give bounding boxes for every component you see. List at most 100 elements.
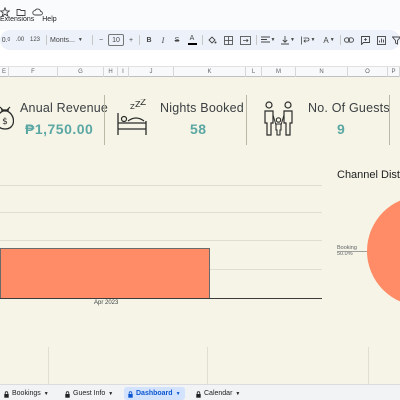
column-header-f[interactable]: F — [9, 67, 58, 77]
title-bar: Extensions Help — [0, 0, 400, 30]
borders-button[interactable] — [222, 34, 234, 46]
column-header-e[interactable]: E — [0, 67, 9, 77]
decimal-decrease-button[interactable]: 0. 0 — [0, 34, 14, 46]
column-header-m[interactable]: M — [262, 67, 296, 77]
column-header-n[interactable]: N — [296, 67, 348, 77]
dashboard-sheet[interactable]: $ Anual Revenue ₱1,750.00 Z Z Z Nights B… — [0, 77, 400, 384]
filter-icon — [391, 36, 400, 45]
tab-calendar-label: Calendar — [204, 390, 233, 397]
tab-bookings[interactable]: Bookings ▼ — [0, 387, 53, 400]
column-header-p[interactable]: P — [388, 67, 400, 77]
lock-icon — [196, 390, 201, 398]
insert-link-button[interactable] — [343, 34, 355, 46]
chart-bar-apr-2023[interactable] — [0, 248, 210, 299]
column-header-h[interactable]: H — [104, 67, 118, 77]
family-icon — [262, 101, 296, 142]
toolbar-divider — [256, 35, 257, 45]
guests-value: 9 — [337, 121, 346, 137]
lock-icon — [65, 390, 70, 398]
revenue-label: Anual Revenue — [20, 101, 109, 115]
guests-label: No. Of Guests — [308, 101, 390, 115]
strikethrough-button[interactable]: S — [172, 34, 182, 46]
sheet-tabs-bar: Bookings ▼ Guest Info ▼ Dashboard ▼ Cale… — [0, 384, 400, 400]
borders-icon — [223, 35, 233, 45]
title-icons — [0, 4, 43, 18]
more-formats-button[interactable]: 123 — [28, 34, 42, 46]
column-header-o[interactable]: O — [348, 67, 388, 77]
horizontal-align-button[interactable]: ▼ — [260, 34, 276, 46]
text-wrapping-button[interactable]: ▼ — [300, 34, 316, 46]
kpi-divider — [246, 95, 247, 145]
filter-button[interactable] — [390, 34, 400, 46]
font-family-select[interactable]: Monts... ▼ — [50, 34, 88, 46]
panel-divider — [207, 347, 208, 384]
x-axis-line — [0, 298, 322, 299]
star-icon[interactable] — [0, 4, 11, 18]
font-size-value: 10 — [112, 36, 120, 44]
comment-icon — [360, 35, 370, 45]
link-icon — [344, 37, 354, 43]
chevron-down-icon[interactable]: ▼ — [108, 391, 113, 397]
pie-slice-booking[interactable] — [367, 196, 400, 306]
toolbar-divider — [340, 35, 341, 45]
toolbar-divider — [139, 35, 140, 45]
plus-icon: + — [128, 36, 134, 44]
svg-text:$: $ — [2, 117, 8, 127]
toolbar-divider — [46, 35, 47, 45]
font-family-value: Monts... — [50, 36, 75, 44]
text-color-button[interactable]: A — [186, 34, 198, 46]
text-color-icon: A — [189, 35, 195, 42]
column-header-l[interactable]: L — [246, 67, 262, 77]
formula-bar-row[interactable] — [0, 50, 400, 67]
text-rotation-button[interactable]: A ▼ — [320, 34, 338, 46]
chevron-down-icon[interactable]: ▼ — [176, 391, 181, 397]
vertical-align-button[interactable]: ▼ — [280, 34, 296, 46]
tab-calendar[interactable]: Calendar ▼ — [192, 387, 244, 400]
bold-button[interactable]: B — [144, 34, 154, 46]
tab-bookings-label: Bookings — [12, 390, 41, 397]
more-formats-label: 123 — [29, 37, 40, 43]
fill-color-button[interactable] — [206, 34, 218, 46]
x-axis-tick-label: Apr 2023 — [94, 300, 119, 306]
svg-text:Z: Z — [140, 99, 146, 108]
bold-icon: B — [146, 36, 152, 44]
cloud-status-icon[interactable] — [32, 4, 43, 16]
panel-divider — [368, 347, 369, 384]
toolbar-divider — [92, 35, 93, 45]
merge-cells-button[interactable] — [238, 34, 252, 46]
nights-value: 58 — [190, 121, 207, 137]
insert-chart-button[interactable] — [375, 34, 387, 46]
revenue-value: ₱1,750.00 — [25, 121, 94, 137]
tab-dashboard-label: Dashboard — [136, 390, 173, 397]
insert-comment-button[interactable] — [359, 34, 371, 46]
chevron-down-icon: ▼ — [77, 37, 83, 43]
chevron-down-icon[interactable]: ▼ — [235, 391, 240, 397]
tab-guest-info[interactable]: Guest Info ▼ — [61, 387, 117, 400]
toolbar-divider — [202, 35, 203, 45]
toolbar: 0. 0 .00 123 Monts... ▼ − 10 + B I S A ▼… — [0, 30, 400, 50]
menu-extensions[interactable]: Extensions — [0, 16, 34, 23]
italic-icon: I — [161, 35, 165, 45]
font-size-decrease-button[interactable]: − — [96, 34, 106, 46]
pie-chart[interactable] — [367, 193, 400, 318]
font-size-increase-button[interactable]: + — [126, 34, 136, 46]
italic-button[interactable]: I — [158, 34, 168, 46]
nights-label: Nights Booked — [160, 101, 244, 115]
move-folder-icon[interactable] — [16, 4, 26, 16]
font-size-input[interactable]: 10 — [108, 34, 124, 46]
align-left-icon — [260, 36, 270, 43]
paint-bucket-icon — [208, 36, 217, 44]
column-header-k[interactable]: K — [174, 67, 246, 77]
column-header-j[interactable]: J — [129, 67, 174, 77]
tab-dashboard[interactable]: Dashboard ▼ — [124, 387, 185, 400]
chart-gridline — [0, 185, 322, 186]
decimal-increase-button[interactable]: .00 — [14, 34, 26, 46]
money-bag-icon: $ — [0, 105, 15, 136]
menu-help[interactable]: Help — [42, 16, 56, 23]
column-header-i[interactable]: I — [118, 67, 129, 77]
pie-leader-line — [337, 251, 367, 252]
column-header-row: E F G H I J K L M N O P — [0, 67, 400, 77]
chevron-down-icon[interactable]: ▼ — [44, 391, 49, 397]
column-header-g[interactable]: G — [58, 67, 104, 77]
tab-guest-info-label: Guest Info — [73, 390, 106, 397]
